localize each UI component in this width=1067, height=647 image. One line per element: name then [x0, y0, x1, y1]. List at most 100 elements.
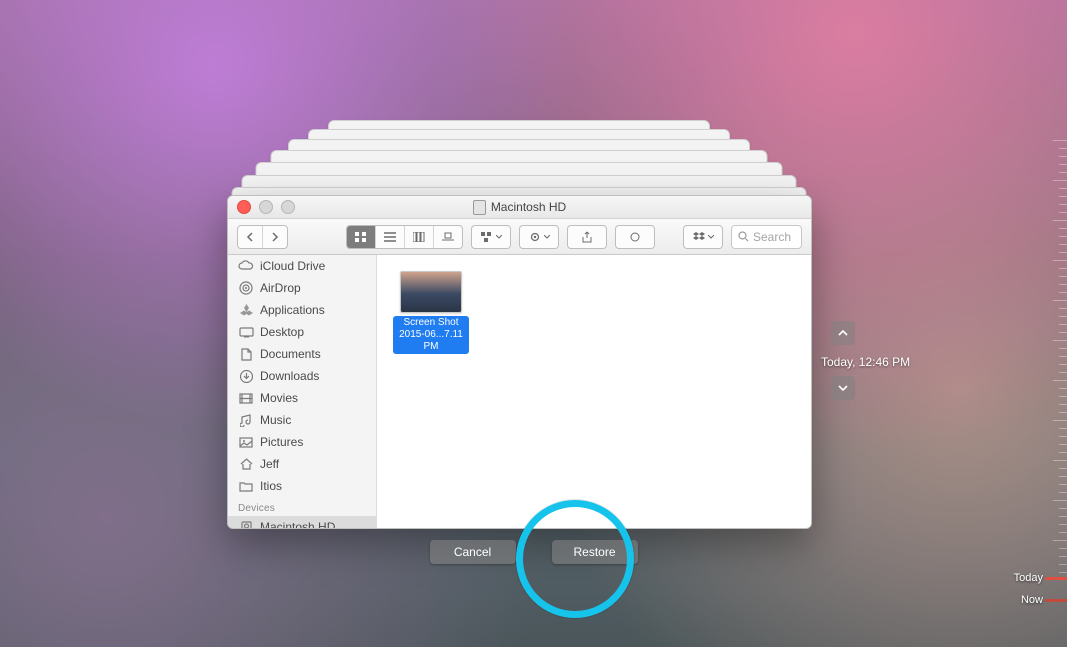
timeline-today-marker: [1045, 577, 1067, 580]
timeline-tick[interactable]: [1059, 548, 1067, 549]
timeline-tick[interactable]: [1059, 564, 1067, 565]
timeline-tick[interactable]: [1059, 364, 1067, 365]
timeline-tick[interactable]: [1053, 300, 1067, 301]
folder-icon: [238, 479, 254, 493]
timeline-tick[interactable]: [1059, 452, 1067, 453]
timeline-tick[interactable]: [1053, 340, 1067, 341]
timeline-tick[interactable]: [1053, 500, 1067, 501]
timeline-tick[interactable]: [1053, 140, 1067, 141]
timeline-tick[interactable]: [1059, 516, 1067, 517]
arrange-button[interactable]: [471, 225, 511, 249]
timeline-tick[interactable]: [1059, 236, 1067, 237]
timeline-tick[interactable]: [1053, 460, 1067, 461]
sidebar-item-itios[interactable]: Itios: [228, 475, 376, 497]
timeline-tick[interactable]: [1059, 428, 1067, 429]
timeline-tick[interactable]: [1059, 468, 1067, 469]
window-titlebar[interactable]: Macintosh HD: [228, 196, 811, 219]
sidebar-item-jeff[interactable]: Jeff: [228, 453, 376, 475]
sidebar-item-label: Desktop: [260, 325, 304, 339]
timeline-tick[interactable]: [1059, 412, 1067, 413]
next-snapshot-button[interactable]: [831, 376, 855, 400]
search-placeholder: Search: [753, 230, 791, 244]
timeline-tick[interactable]: [1053, 380, 1067, 381]
timeline-tick[interactable]: [1059, 436, 1067, 437]
timeline-tick[interactable]: [1059, 372, 1067, 373]
dropbox-button[interactable]: [683, 225, 723, 249]
timeline-tick[interactable]: [1059, 196, 1067, 197]
timeline-tick[interactable]: [1059, 252, 1067, 253]
timeline-tick[interactable]: [1059, 172, 1067, 173]
timeline-tick[interactable]: [1059, 244, 1067, 245]
timeline-tick[interactable]: [1059, 212, 1067, 213]
timeline-tick[interactable]: [1059, 396, 1067, 397]
timeline-tick[interactable]: [1059, 356, 1067, 357]
timeline-tick[interactable]: [1059, 508, 1067, 509]
sidebar-item-documents[interactable]: Documents: [228, 343, 376, 365]
sidebar-item-desktop[interactable]: Desktop: [228, 321, 376, 343]
sidebar-item-downloads[interactable]: Downloads: [228, 365, 376, 387]
timeline-tick[interactable]: [1053, 540, 1067, 541]
sidebar-item-label: Downloads: [260, 369, 319, 383]
view-mode-segment: [346, 225, 463, 249]
airdrop-icon: [238, 281, 254, 295]
timeline-tick[interactable]: [1059, 444, 1067, 445]
sidebar-item-movies[interactable]: Movies: [228, 387, 376, 409]
sidebar-item-pictures[interactable]: Pictures: [228, 431, 376, 453]
timeline-tick[interactable]: [1053, 420, 1067, 421]
timeline-tick[interactable]: [1059, 308, 1067, 309]
timeline-tick[interactable]: [1059, 404, 1067, 405]
timeline-tick[interactable]: [1059, 156, 1067, 157]
search-field[interactable]: Search: [731, 225, 802, 249]
timeline-tick[interactable]: [1059, 332, 1067, 333]
timeline-tick[interactable]: [1059, 148, 1067, 149]
timeline-tick[interactable]: [1059, 164, 1067, 165]
timeline-tick[interactable]: [1059, 268, 1067, 269]
timeline-tick[interactable]: [1059, 228, 1067, 229]
chevron-up-icon: [838, 329, 848, 337]
chevron-left-icon: [246, 232, 254, 242]
back-button[interactable]: [238, 226, 263, 248]
chevron-down-icon: [544, 235, 550, 239]
tags-button[interactable]: [615, 225, 655, 249]
timeline-tick[interactable]: [1059, 556, 1067, 557]
timeline-tick[interactable]: [1059, 188, 1067, 189]
timeline[interactable]: Today Now: [1023, 140, 1067, 620]
timeline-tick[interactable]: [1059, 316, 1067, 317]
sidebar-item-label: Jeff: [260, 457, 279, 471]
icon-view-button[interactable]: [347, 226, 376, 248]
timeline-tick[interactable]: [1059, 532, 1067, 533]
share-button[interactable]: [567, 225, 607, 249]
sidebar-item-airdrop[interactable]: AirDrop: [228, 277, 376, 299]
coverflow-icon: [442, 232, 454, 242]
timeline-tick[interactable]: [1059, 348, 1067, 349]
cancel-button[interactable]: Cancel: [430, 540, 516, 564]
list-view-button[interactable]: [376, 226, 405, 248]
timeline-tick[interactable]: [1059, 524, 1067, 525]
sidebar-item-icloud-drive[interactable]: iCloud Drive: [228, 255, 376, 277]
timeline-tick[interactable]: [1059, 284, 1067, 285]
timeline-tick[interactable]: [1053, 220, 1067, 221]
finder-body: iCloud DriveAirDropApplications Desktop Do…: [228, 255, 811, 528]
timeline-tick[interactable]: [1059, 572, 1067, 573]
previous-snapshot-button[interactable]: [831, 321, 855, 345]
timeline-tick[interactable]: [1059, 476, 1067, 477]
finder-content[interactable]: Screen Shot 2015-06...7.11 PM: [377, 255, 811, 528]
timeline-tick[interactable]: [1059, 492, 1067, 493]
column-view-button[interactable]: [405, 226, 434, 248]
timeline-tick[interactable]: [1059, 204, 1067, 205]
forward-button[interactable]: [263, 226, 287, 248]
timeline-tick[interactable]: [1059, 292, 1067, 293]
timeline-tick[interactable]: [1053, 260, 1067, 261]
action-button[interactable]: [519, 225, 559, 249]
timeline-tick[interactable]: [1053, 180, 1067, 181]
timeline-tick[interactable]: [1059, 324, 1067, 325]
timeline-tick[interactable]: [1059, 484, 1067, 485]
timeline-tick[interactable]: [1059, 276, 1067, 277]
sidebar-item-applications[interactable]: Applications: [228, 299, 376, 321]
sidebar-device-macintosh-hd[interactable]: Macintosh HD: [228, 516, 376, 528]
file-item[interactable]: Screen Shot 2015-06...7.11 PM: [393, 271, 469, 354]
timeline-tick[interactable]: [1059, 388, 1067, 389]
devices-header: Devices: [228, 497, 376, 516]
coverflow-view-button[interactable]: [434, 226, 462, 248]
sidebar-item-music[interactable]: Music: [228, 409, 376, 431]
